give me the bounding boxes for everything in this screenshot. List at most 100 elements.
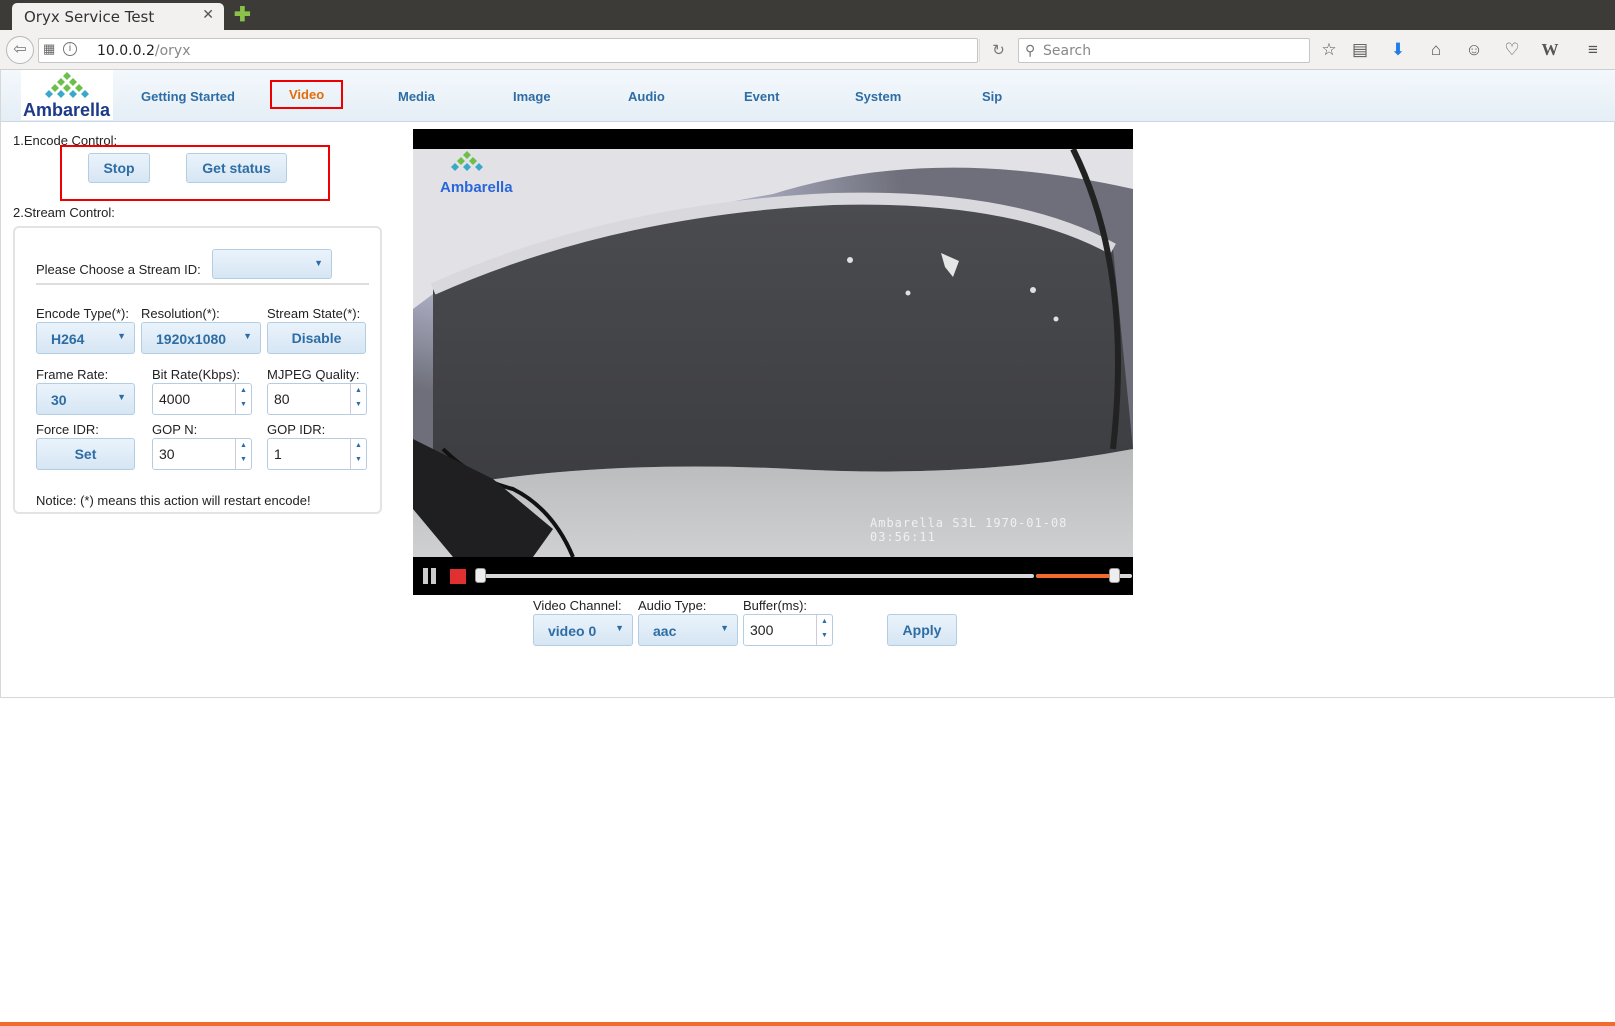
force-idr-label: Force IDR: — [36, 422, 99, 437]
resolution-value: 1920x1080 — [156, 331, 227, 347]
search-input[interactable]: ⚲ Search — [1018, 38, 1310, 63]
bookmark-star-icon[interactable]: ☆ — [1316, 38, 1342, 62]
chevron-down-icon: ▼ — [243, 331, 252, 341]
browser-tab[interactable]: Oryx Service Test ✕ — [12, 3, 224, 30]
menu-media[interactable]: Media — [398, 89, 435, 104]
stream-control-panel: Please Choose a Stream ID: ▼ Encode Type… — [13, 226, 382, 514]
mjpeg-quality-stepper[interactable]: 80 ▲ ▼ — [267, 383, 367, 415]
restart-notice: Notice: (*) means this action will resta… — [36, 493, 311, 508]
frame-rate-select[interactable]: 30 ▼ — [36, 383, 135, 415]
stop-button[interactable]: Stop — [88, 153, 150, 183]
reload-icon[interactable]: ↻ — [979, 39, 1017, 62]
chevron-down-icon: ▼ — [117, 331, 126, 341]
pause-icon[interactable] — [421, 568, 438, 584]
gop-n-label: GOP N: — [152, 422, 198, 437]
overlay-logo-mark-icon — [451, 151, 483, 171]
stepper-arrows-icon[interactable]: ▲ ▼ — [350, 384, 366, 414]
hamburger-menu-icon[interactable]: ≡ — [1580, 38, 1606, 62]
encode-type-label: Encode Type(*): — [36, 306, 129, 321]
stream-state-label: Stream State(*): — [267, 306, 361, 321]
volume-fill — [1036, 574, 1114, 578]
ambarella-logo: Ambarella — [21, 70, 113, 120]
stream-control-label: 2.Stream Control: — [13, 205, 115, 220]
frame-rate-value: 30 — [51, 392, 67, 408]
seek-slider-handle[interactable] — [475, 568, 486, 583]
page-list-icon[interactable]: ▦ — [43, 41, 55, 57]
reading-list-icon[interactable]: ▤ — [1347, 38, 1373, 62]
chat-icon[interactable]: ☺ — [1461, 38, 1487, 62]
new-tab-icon[interactable]: ✚ — [234, 5, 251, 25]
camera-view-image — [413, 149, 1133, 557]
audio-type-value: aac — [653, 623, 677, 639]
pocket-icon[interactable]: ♡ — [1499, 38, 1525, 62]
buffer-label: Buffer(ms): — [743, 598, 808, 613]
buffer-value: 300 — [750, 622, 774, 638]
chevron-down-icon: ▼ — [314, 258, 323, 268]
chevron-down-icon: ▼ — [615, 623, 624, 633]
url-bar[interactable]: ▦ i 10.0.0.2/oryx ↻ — [38, 38, 1005, 63]
mjpeg-quality-value: 80 — [274, 391, 290, 407]
menu-image[interactable]: Image — [513, 89, 551, 104]
bit-rate-stepper[interactable]: 4000 ▲ ▼ — [152, 383, 252, 415]
menu-event[interactable]: Event — [744, 89, 779, 104]
resolution-select[interactable]: 1920x1080 ▼ — [141, 322, 261, 354]
browser-tab-strip: Oryx Service Test ✕ ✚ — [0, 0, 1615, 30]
gop-idr-value: 1 — [274, 446, 282, 462]
menu-system[interactable]: System — [855, 89, 901, 104]
download-icon[interactable]: ⬇ — [1385, 38, 1411, 62]
disable-stream-button[interactable]: Disable — [267, 322, 366, 354]
back-arrow-icon[interactable]: ⇦ — [6, 36, 34, 64]
encode-type-select[interactable]: H264 ▼ — [36, 322, 135, 354]
bit-rate-value: 4000 — [159, 391, 191, 407]
tab-close-icon[interactable]: ✕ — [202, 7, 214, 23]
resolution-label: Resolution(*): — [141, 306, 220, 321]
audio-type-select[interactable]: aac ▼ — [638, 614, 738, 646]
frame-rate-label: Frame Rate: — [36, 367, 109, 382]
search-icon: ⚲ — [1025, 42, 1036, 58]
stop-icon[interactable] — [450, 569, 466, 584]
video-player[interactable]: Ambarella Ambarella S3L 1970-01-08 03:56… — [413, 129, 1133, 595]
video-channel-select[interactable]: video 0 ▼ — [533, 614, 633, 646]
apply-button[interactable]: Apply — [887, 614, 957, 646]
audio-type-label: Audio Type: — [638, 598, 707, 613]
gop-idr-stepper[interactable]: 1 ▲ ▼ — [267, 438, 367, 470]
gop-n-value: 30 — [159, 446, 175, 462]
video-channel-value: video 0 — [548, 623, 597, 639]
force-idr-set-button[interactable]: Set — [36, 438, 135, 470]
video-frame: Ambarella Ambarella S3L 1970-01-08 03:56… — [413, 149, 1133, 557]
video-channel-label: Video Channel: — [533, 598, 622, 613]
stepper-arrows-icon[interactable]: ▲ ▼ — [816, 615, 832, 645]
volume-slider-handle[interactable] — [1108, 568, 1120, 583]
url-path: /oryx — [154, 43, 191, 59]
main-menu-bar: Ambarella Getting Started Video Media Im… — [1, 70, 1615, 122]
video-timestamp: Ambarella S3L 1970-01-08 03:56:11 — [870, 516, 1068, 544]
url-host: 10.0.0.2 — [97, 43, 155, 59]
encode-type-value: H264 — [51, 331, 85, 347]
bit-rate-label: Bit Rate(Kbps): — [152, 367, 241, 382]
logo-text: Ambarella — [23, 100, 111, 120]
tab-title: Oryx Service Test — [24, 8, 155, 26]
gop-idr-label: GOP IDR: — [267, 422, 326, 437]
wikipedia-icon[interactable]: W — [1537, 38, 1563, 62]
stepper-arrows-icon[interactable]: ▲ ▼ — [350, 439, 366, 469]
page-content: Ambarella Getting Started Video Media Im… — [0, 70, 1615, 698]
buffer-stepper[interactable]: 300 ▲ ▼ — [743, 614, 833, 646]
get-status-button[interactable]: Get status — [186, 153, 287, 183]
home-icon[interactable]: ⌂ — [1423, 38, 1449, 62]
gop-n-stepper[interactable]: 30 ▲ ▼ — [152, 438, 252, 470]
stream-id-select[interactable]: ▼ — [212, 249, 332, 279]
menu-getting-started[interactable]: Getting Started — [141, 89, 235, 104]
info-icon[interactable]: i — [63, 42, 77, 56]
overlay-logo-text: Ambarella — [440, 179, 513, 196]
seek-slider[interactable] — [480, 574, 1034, 578]
menu-audio[interactable]: Audio — [628, 89, 665, 104]
browser-toolbar: ⇦ ▦ i 10.0.0.2/oryx ↻ ⚲ Search ☆ ▤ ⬇ ⌂ ☺… — [0, 30, 1615, 70]
search-placeholder: Search — [1043, 43, 1092, 59]
menu-video[interactable]: Video — [270, 80, 344, 109]
chevron-down-icon: ▼ — [117, 392, 126, 402]
url-text: 10.0.0.2/oryx — [97, 43, 191, 59]
stepper-arrows-icon[interactable]: ▲ ▼ — [235, 439, 251, 469]
stepper-arrows-icon[interactable]: ▲ ▼ — [235, 384, 251, 414]
player-controls — [413, 557, 1133, 595]
menu-sip[interactable]: Sip — [982, 89, 1002, 104]
